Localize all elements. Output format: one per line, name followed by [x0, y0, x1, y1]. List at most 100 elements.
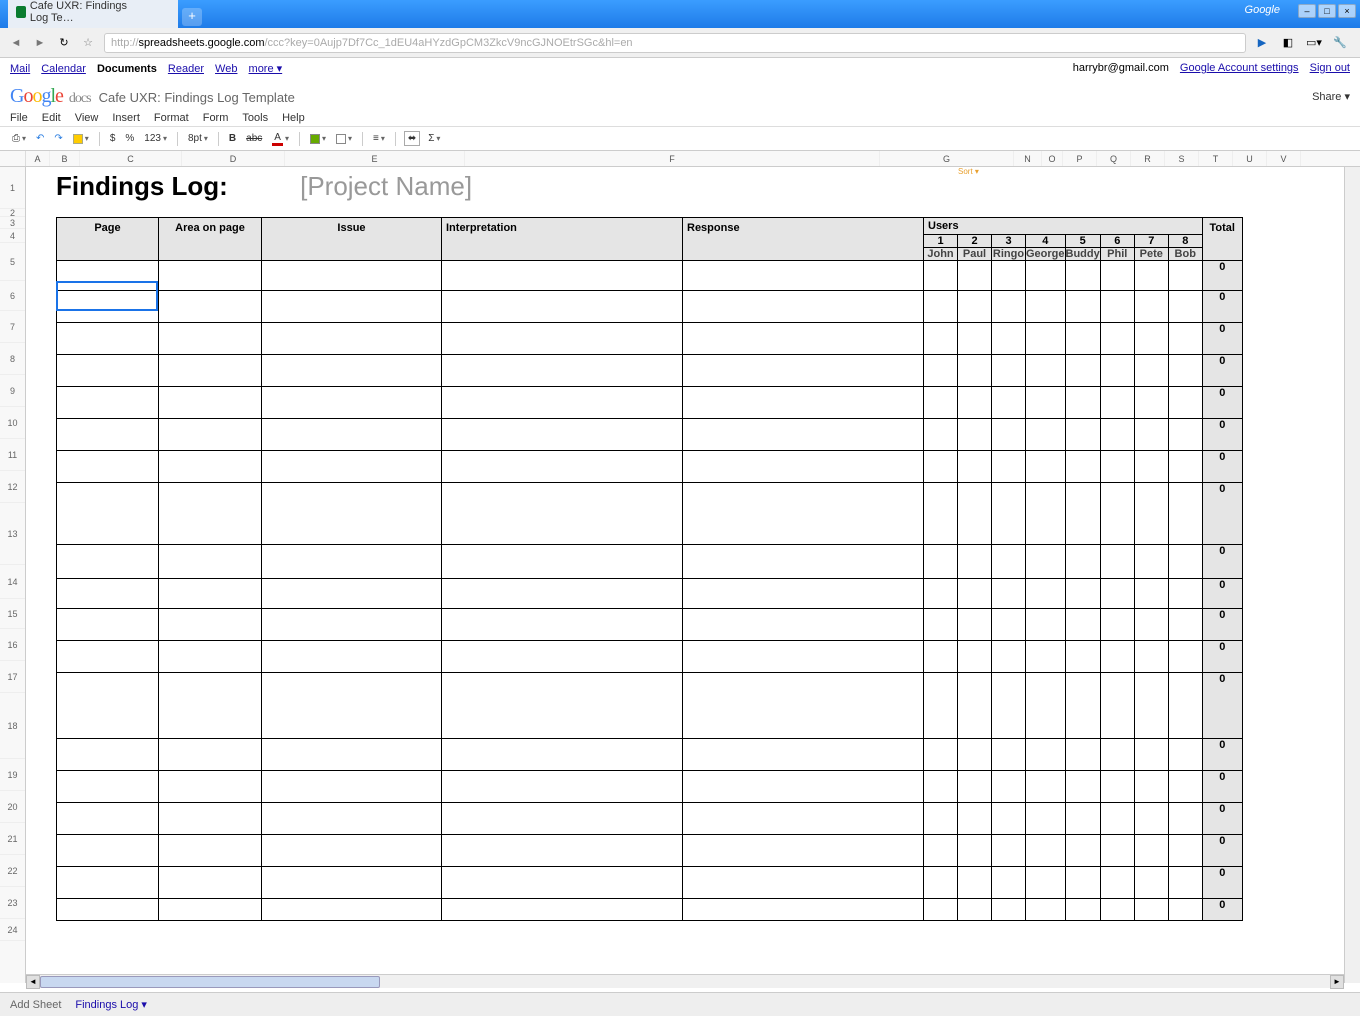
cell[interactable]	[57, 545, 159, 579]
user-cell[interactable]	[1065, 387, 1100, 419]
col-page[interactable]: Page	[57, 218, 159, 261]
google-docs-logo[interactable]: Google docs	[10, 85, 91, 108]
cell[interactable]	[159, 545, 262, 579]
cell[interactable]	[683, 835, 924, 867]
cell[interactable]	[442, 673, 683, 739]
cell[interactable]	[262, 261, 442, 291]
user-cell[interactable]	[1134, 867, 1168, 899]
cell[interactable]	[442, 899, 683, 921]
back-button[interactable]: ◄	[8, 35, 24, 51]
vertical-scrollbar[interactable]	[1344, 167, 1360, 983]
add-sheet-button[interactable]: Add Sheet	[10, 999, 61, 1011]
cell[interactable]	[57, 387, 159, 419]
user-cell[interactable]	[1134, 419, 1168, 451]
user-cell[interactable]	[1100, 355, 1134, 387]
sheet-tab[interactable]: Findings Log ▾	[75, 998, 147, 1011]
user-cell[interactable]	[958, 419, 992, 451]
row-header-18[interactable]: 18	[0, 693, 25, 759]
user-cell[interactable]	[1168, 739, 1202, 771]
user-cell[interactable]	[924, 261, 958, 291]
user-cell[interactable]	[992, 579, 1026, 609]
user-cell[interactable]	[958, 387, 992, 419]
user-cell[interactable]	[1168, 579, 1202, 609]
cell[interactable]	[57, 835, 159, 867]
user-cell[interactable]	[1134, 803, 1168, 835]
cell[interactable]	[262, 545, 442, 579]
user-cell[interactable]	[924, 673, 958, 739]
cell[interactable]	[683, 387, 924, 419]
cell[interactable]	[57, 419, 159, 451]
cell[interactable]	[159, 483, 262, 545]
user-col-5[interactable]: 5	[1065, 235, 1100, 248]
row-header-5[interactable]: 5	[0, 243, 25, 281]
menu-form[interactable]: Form	[203, 112, 229, 124]
cell[interactable]	[159, 579, 262, 609]
col-header-N[interactable]: N	[1014, 151, 1042, 166]
close-button[interactable]: ×	[1338, 4, 1356, 18]
cell[interactable]	[159, 419, 262, 451]
user-cell[interactable]	[992, 545, 1026, 579]
cell[interactable]	[683, 355, 924, 387]
user-cell[interactable]	[1026, 739, 1066, 771]
user-cell[interactable]	[1134, 641, 1168, 673]
print-button[interactable]: ⎙▾	[10, 132, 28, 145]
user-cell[interactable]	[958, 867, 992, 899]
row-header-20[interactable]: 20	[0, 791, 25, 823]
cell[interactable]	[683, 579, 924, 609]
row-header-2[interactable]: 2	[0, 209, 25, 217]
cell[interactable]	[442, 323, 683, 355]
user-cell[interactable]	[924, 451, 958, 483]
user-cell[interactable]	[1100, 545, 1134, 579]
user-cell[interactable]	[1168, 899, 1202, 921]
account-settings-link[interactable]: Google Account settings	[1180, 62, 1299, 74]
currency-button[interactable]: $	[108, 132, 118, 145]
user-cell[interactable]	[958, 545, 992, 579]
forward-button[interactable]: ►	[32, 35, 48, 51]
user-cell[interactable]	[924, 771, 958, 803]
user-cell[interactable]	[924, 323, 958, 355]
cell[interactable]	[442, 355, 683, 387]
cell[interactable]	[442, 291, 683, 323]
cell[interactable]	[159, 771, 262, 803]
cell[interactable]	[442, 545, 683, 579]
col-issue[interactable]: Issue	[262, 218, 442, 261]
user-cell[interactable]	[992, 483, 1026, 545]
col-interpretation[interactable]: Interpretation	[442, 218, 683, 261]
cell[interactable]	[442, 867, 683, 899]
user-cell[interactable]	[958, 261, 992, 291]
user-cell[interactable]	[924, 739, 958, 771]
user-cell[interactable]	[924, 803, 958, 835]
paint-format-button[interactable]: ▾	[71, 133, 91, 145]
cell[interactable]	[57, 323, 159, 355]
row-header-8[interactable]: 8	[0, 343, 25, 375]
user-cell[interactable]	[1168, 609, 1202, 641]
cell[interactable]	[442, 835, 683, 867]
cell[interactable]	[683, 867, 924, 899]
row-header-11[interactable]: 11	[0, 439, 25, 471]
user-cell[interactable]	[1168, 261, 1202, 291]
gnav-more[interactable]: more ▾	[249, 63, 283, 75]
user-col-1[interactable]: 1	[924, 235, 958, 248]
cell[interactable]	[683, 803, 924, 835]
menu-tools[interactable]: Tools	[242, 112, 268, 124]
number-format-button[interactable]: 123▾	[142, 132, 169, 145]
row-header-19[interactable]: 19	[0, 759, 25, 791]
col-response[interactable]: Response	[683, 218, 924, 261]
cell[interactable]	[442, 483, 683, 545]
user-col-7[interactable]: 7	[1134, 235, 1168, 248]
user-cell[interactable]	[924, 291, 958, 323]
cell[interactable]	[262, 899, 442, 921]
user-cell[interactable]	[1168, 867, 1202, 899]
col-header-R[interactable]: R	[1131, 151, 1165, 166]
cell[interactable]	[262, 323, 442, 355]
user-cell[interactable]	[1168, 673, 1202, 739]
minimize-button[interactable]: –	[1298, 4, 1316, 18]
user-cell[interactable]	[1026, 867, 1066, 899]
cell[interactable]	[442, 641, 683, 673]
cell[interactable]	[159, 323, 262, 355]
formula-button[interactable]: Σ▾	[426, 132, 442, 145]
cell[interactable]	[683, 771, 924, 803]
cell[interactable]	[442, 387, 683, 419]
user-cell[interactable]	[958, 771, 992, 803]
menu-insert[interactable]: Insert	[112, 112, 140, 124]
